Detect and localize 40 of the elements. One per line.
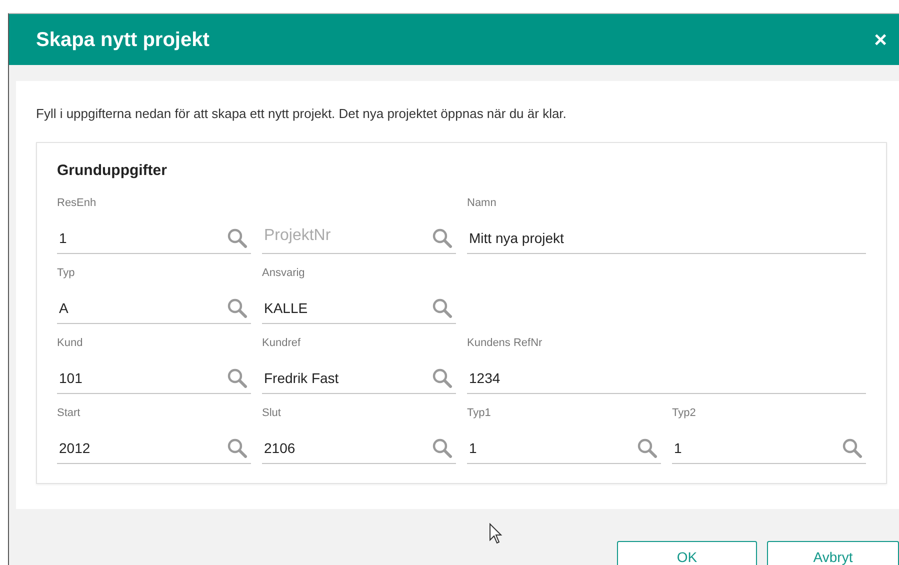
input-field[interactable]: 1 [57, 223, 251, 254]
input-field[interactable]: Fredrik Fast [262, 363, 456, 394]
cancel-button[interactable]: Avbryt [767, 541, 899, 565]
field-label: Start [57, 406, 80, 420]
field-label: Typ2 [672, 406, 696, 420]
search-icon[interactable] [227, 368, 247, 388]
search-icon[interactable] [432, 298, 452, 318]
field-label: Slut [262, 406, 281, 420]
dialog-title: Skapa nytt projekt [36, 28, 210, 52]
input-field[interactable]: 2012 [57, 433, 251, 464]
input-field[interactable]: 1 [467, 433, 661, 464]
field-label: Ansvarig [262, 266, 305, 280]
field-label: Kund [57, 336, 83, 350]
input-field[interactable]: A [57, 293, 251, 324]
close-button[interactable]: × [870, 26, 891, 52]
search-icon[interactable] [432, 438, 452, 458]
ok-button[interactable]: OK [617, 541, 757, 565]
input-field[interactable]: 2106 [262, 433, 456, 464]
search-icon[interactable] [842, 438, 862, 458]
intro-text: Fyll i uppgifterna nedan för att skapa ett nytt projekt. Det nya projektet öppnas när du är klar. [36, 106, 568, 122]
input-field[interactable]: Mitt nya projekt [467, 223, 866, 254]
input-field[interactable]: 1 [672, 433, 866, 464]
cursor-icon [489, 523, 503, 544]
input-field[interactable]: KALLE [262, 293, 456, 324]
field-label: Typ1 [467, 406, 491, 420]
input-field[interactable]: ProjektNr [262, 223, 456, 254]
search-icon[interactable] [227, 438, 247, 458]
field-label: Namn [467, 196, 496, 210]
field-label: ResEnh [57, 196, 96, 210]
field-label: Kundref [262, 336, 301, 350]
search-icon[interactable] [432, 368, 452, 388]
field-label: Typ [57, 266, 75, 280]
field-label: Kundens RefNr [467, 336, 542, 350]
search-icon[interactable] [227, 298, 247, 318]
search-icon[interactable] [432, 228, 452, 248]
search-icon[interactable] [637, 438, 657, 458]
section-title: Grunduppgifter [57, 162, 168, 180]
input-field[interactable]: 1234 [467, 363, 866, 394]
search-icon[interactable] [227, 228, 247, 248]
input-field[interactable]: 101 [57, 363, 251, 394]
